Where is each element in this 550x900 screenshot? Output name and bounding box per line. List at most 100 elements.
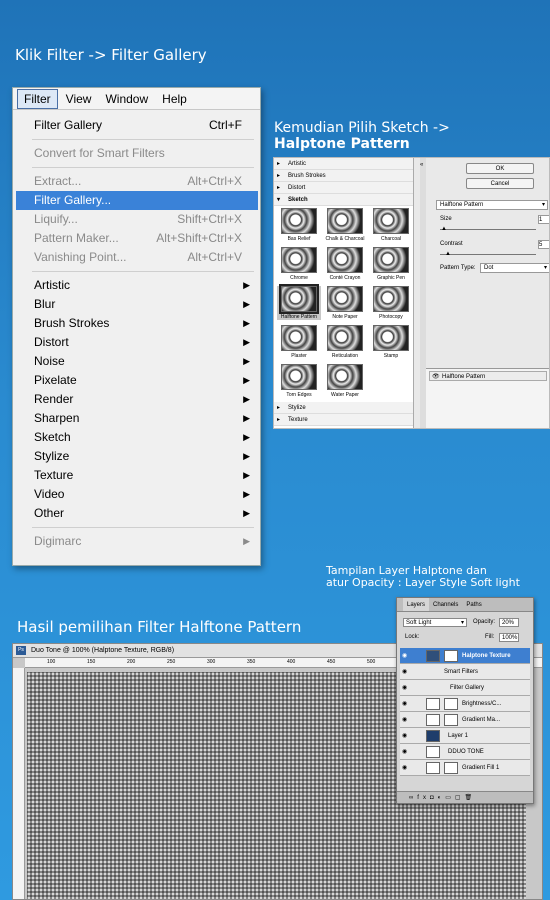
layer-row[interactable]: ◉ Gradient Ma... bbox=[400, 712, 530, 728]
size-slider[interactable] bbox=[440, 229, 536, 230]
layer-thumbnail bbox=[426, 746, 440, 758]
menu-help[interactable]: Help bbox=[156, 90, 193, 108]
eye-icon[interactable]: ◉ bbox=[402, 664, 407, 680]
cancel-button[interactable]: Cancel bbox=[466, 178, 534, 189]
menu-item-digimarc[interactable]: Digimarc ▶ bbox=[16, 532, 258, 551]
menu-item-stylize[interactable]: Stylize ▶ bbox=[16, 447, 258, 466]
menu-item-noise[interactable]: Noise ▶ bbox=[16, 352, 258, 371]
layer-row[interactable]: ◉ Halptone Texture bbox=[400, 648, 530, 664]
tab-layers[interactable]: Layers bbox=[403, 598, 430, 611]
thumbnail-image bbox=[281, 208, 317, 234]
category-stylize[interactable]: Stylize bbox=[274, 402, 413, 414]
thumbnail-plaster[interactable]: Plaster bbox=[277, 325, 321, 359]
ok-button[interactable]: OK bbox=[466, 163, 534, 174]
mask-icon[interactable]: ◘ bbox=[430, 795, 438, 801]
menu-item-convert-smart-filters[interactable]: Convert for Smart Filters bbox=[16, 144, 258, 163]
menu-item-video[interactable]: Video ▶ bbox=[16, 485, 258, 504]
menu-item-sharpen[interactable]: Sharpen ▶ bbox=[16, 409, 258, 428]
menu-item-label: Sketch bbox=[34, 430, 71, 444]
submenu-arrow-icon: ▶ bbox=[243, 299, 250, 309]
eye-icon[interactable]: 👁 bbox=[432, 372, 440, 382]
layer-row[interactable]: ◉ Gradient Fill 1 bbox=[400, 760, 530, 776]
eye-icon[interactable]: ◉ bbox=[402, 696, 407, 712]
contrast-slider[interactable] bbox=[440, 254, 536, 255]
category-texture[interactable]: Texture bbox=[274, 414, 413, 426]
blend-mode-select[interactable]: Soft Light ▾ bbox=[403, 618, 467, 627]
category-sketch[interactable]: Sketch bbox=[274, 194, 413, 206]
layer-row[interactable]: ◉ Filter Gallery bbox=[400, 680, 530, 696]
menu-item-other[interactable]: Other ▶ bbox=[16, 504, 258, 523]
menu-item-label: Filter Gallery bbox=[34, 118, 103, 132]
filter-select[interactable]: Halftone Pattern ▾ bbox=[436, 200, 548, 210]
thumbnail-note-paper[interactable]: Note Paper bbox=[323, 286, 367, 320]
layer-row[interactable]: ◉ Brightness/C... bbox=[400, 696, 530, 712]
layer-thumbnail bbox=[426, 714, 440, 726]
new-layer-icon[interactable]: ▢ bbox=[455, 795, 465, 801]
folder-icon[interactable]: ▭ bbox=[445, 795, 455, 801]
thumbnail-reticulation[interactable]: Reticulation bbox=[323, 325, 367, 359]
thumbnail-graphic-pen[interactable]: Graphic Pen bbox=[369, 247, 413, 281]
layer-row[interactable]: ◉ Layer 1 bbox=[400, 728, 530, 744]
menu-item-filter-gallery[interactable]: Filter Gallery... bbox=[16, 191, 258, 210]
eye-icon[interactable]: ◉ bbox=[402, 712, 407, 728]
trash-icon[interactable]: 🗑 bbox=[465, 795, 477, 801]
blend-mode-value: Soft Light bbox=[406, 620, 432, 626]
layer-name: Filter Gallery bbox=[450, 685, 485, 691]
category-artistic[interactable]: Artistic bbox=[274, 158, 413, 170]
eye-icon[interactable]: ◉ bbox=[402, 744, 407, 760]
thumbnail-chalk-charcoal[interactable]: Chalk & Charcoal bbox=[323, 208, 367, 242]
category-distort[interactable]: Distort bbox=[274, 182, 413, 194]
thumbnail-charcoal[interactable]: Charcoal bbox=[369, 208, 413, 242]
tab-paths[interactable]: Paths bbox=[462, 598, 485, 611]
menu-item-artistic[interactable]: Artistic ▶ bbox=[16, 276, 258, 295]
photoshop-icon: Ps bbox=[16, 646, 26, 655]
thumbnail-chrome[interactable]: Chrome bbox=[277, 247, 321, 281]
thumbnail-image bbox=[327, 247, 363, 273]
menu-item-label: Liquify... bbox=[34, 212, 78, 226]
collapse-icon: « bbox=[420, 162, 424, 168]
layer-name: DDUO TONE bbox=[448, 749, 484, 755]
effect-layer-row[interactable]: 👁 Halftone Pattern bbox=[429, 371, 547, 381]
layers-toolbar: ∞fx◘◐▭▢🗑 bbox=[397, 791, 533, 803]
size-slider-handle[interactable]: ▲ bbox=[441, 226, 447, 232]
opacity-input[interactable]: 20% bbox=[499, 618, 519, 627]
layer-row[interactable]: ◉ DDUO TONE bbox=[400, 744, 530, 760]
menu-item-sketch[interactable]: Sketch ▶ bbox=[16, 428, 258, 447]
menu-item-render[interactable]: Render ▶ bbox=[16, 390, 258, 409]
thumbnail-bas-relief[interactable]: Bas Relief bbox=[277, 208, 321, 242]
thumbnail-halftone-pattern[interactable]: Halftone Pattern bbox=[277, 284, 321, 320]
ruler-tick-label: 150 bbox=[87, 659, 96, 665]
menu-filter[interactable]: Filter bbox=[17, 88, 58, 109]
contrast-slider-handle[interactable]: ▲ bbox=[445, 251, 451, 257]
layer-row[interactable]: ◉ Smart Filters bbox=[400, 664, 530, 680]
menu-window[interactable]: Window bbox=[99, 90, 154, 108]
thumbnail-water-paper[interactable]: Water Paper bbox=[323, 364, 367, 398]
contrast-input[interactable]: 5 bbox=[538, 240, 549, 249]
menu-item-blur[interactable]: Blur ▶ bbox=[16, 295, 258, 314]
pattern-type-select[interactable]: Dot ▾ bbox=[480, 263, 549, 273]
menu-item-brush-strokes[interactable]: Brush Strokes ▶ bbox=[16, 314, 258, 333]
eye-icon[interactable]: ◉ bbox=[402, 760, 407, 776]
fx-icon[interactable]: fx bbox=[417, 795, 430, 801]
thumbnail-cont-crayon[interactable]: Conté Crayon bbox=[323, 247, 367, 281]
eye-icon[interactable]: ◉ bbox=[402, 648, 407, 664]
thumbnail-torn-edges[interactable]: Torn Edges bbox=[277, 364, 321, 398]
thumbnail-stamp[interactable]: Stamp bbox=[369, 325, 413, 359]
category-brush-strokes[interactable]: Brush Strokes bbox=[274, 170, 413, 182]
eye-icon[interactable]: ◉ bbox=[402, 728, 407, 744]
menu-item-pixelate[interactable]: Pixelate ▶ bbox=[16, 371, 258, 390]
menu-item-liquify[interactable]: Liquify... Shift+Ctrl+X bbox=[16, 210, 258, 229]
menu-item-filter-gallery-repeat[interactable]: Filter Gallery Ctrl+F bbox=[16, 116, 258, 135]
fill-input[interactable]: 100% bbox=[499, 633, 519, 642]
menu-item-pattern-maker[interactable]: Pattern Maker... Alt+Shift+Ctrl+X bbox=[16, 229, 258, 248]
menu-view[interactable]: View bbox=[60, 90, 98, 108]
thumbnail-photocopy[interactable]: Photocopy bbox=[369, 286, 413, 320]
menu-item-distort[interactable]: Distort ▶ bbox=[16, 333, 258, 352]
size-input[interactable]: 1 bbox=[538, 215, 549, 224]
tab-channels[interactable]: Channels bbox=[429, 598, 462, 611]
eye-icon[interactable]: ◉ bbox=[402, 680, 407, 696]
menu-item-texture[interactable]: Texture ▶ bbox=[16, 466, 258, 485]
menu-item-vanishing-point[interactable]: Vanishing Point... Alt+Ctrl+V bbox=[16, 248, 258, 267]
menu-item-label: Artistic bbox=[34, 278, 70, 292]
menu-item-extract[interactable]: Extract... Alt+Ctrl+X bbox=[16, 172, 258, 191]
